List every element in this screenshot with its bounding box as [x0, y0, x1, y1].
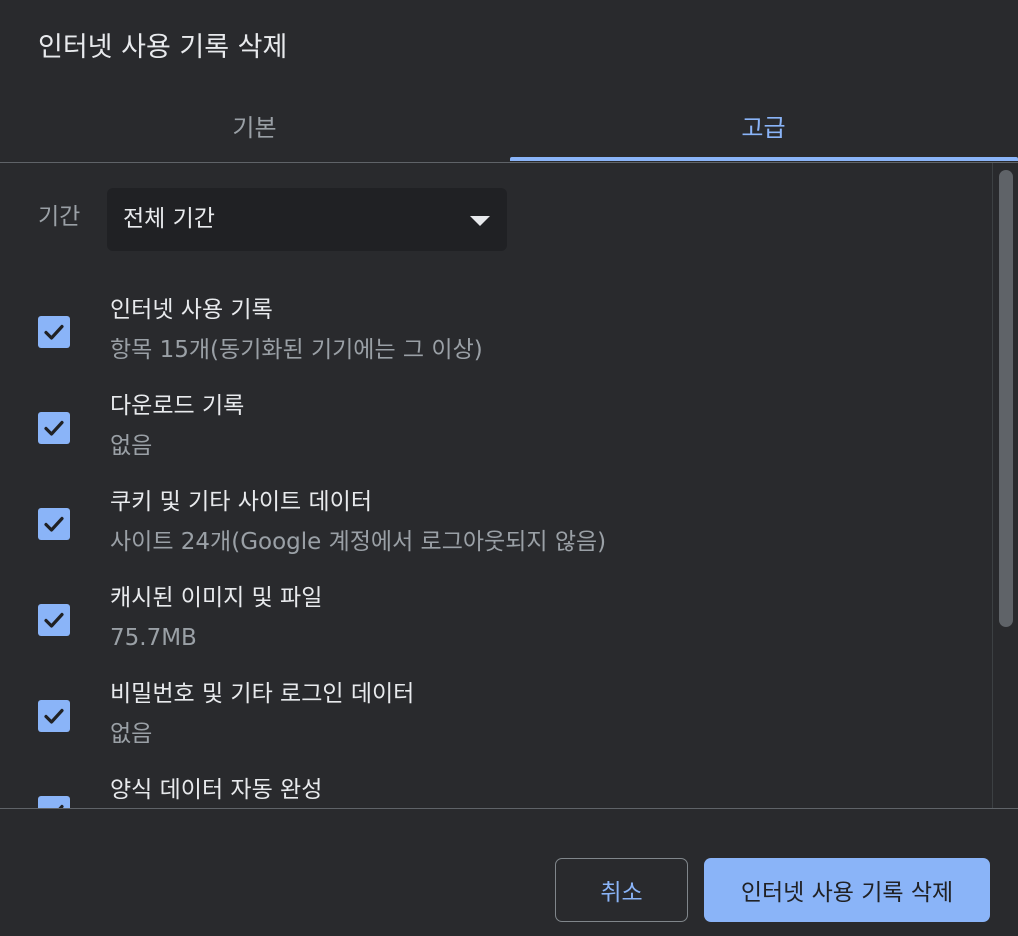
time-range-value: 전체 기간	[123, 206, 215, 232]
checkbox-download-history[interactable]	[38, 412, 70, 444]
check-icon	[44, 516, 64, 532]
list-item-cookies: 쿠키 및 기타 사이트 데이터 사이트 24개(Google 계정에서 로그아웃…	[0, 475, 992, 571]
list-item-browsing-history: 인터넷 사용 기록 항목 15개(동기화된 기기에는 그 이상)	[0, 283, 992, 379]
list-item-autofill: 양식 데이터 자동 완성	[0, 763, 992, 808]
item-title: 비밀번호 및 기타 로그인 데이터	[110, 681, 415, 707]
item-title: 인터넷 사용 기록	[110, 297, 273, 323]
cancel-button[interactable]: 취소	[555, 858, 688, 922]
item-title: 캐시된 이미지 및 파일	[110, 585, 323, 611]
item-subtitle: 항목 15개(동기화된 기기에는 그 이상)	[110, 337, 483, 363]
list-item-download-history: 다운로드 기록 없음	[0, 379, 992, 475]
tab-basic[interactable]: 기본	[0, 90, 509, 160]
dialog-title: 인터넷 사용 기록 삭제	[38, 32, 288, 63]
active-tab-indicator	[510, 157, 1018, 161]
list-item-passwords: 비밀번호 및 기타 로그인 데이터 없음	[0, 667, 992, 763]
time-range-select[interactable]: 전체 기간	[107, 188, 507, 251]
checkbox-browsing-history[interactable]	[38, 316, 70, 348]
tab-bar: 기본 고급	[0, 90, 1018, 164]
item-title: 양식 데이터 자동 완성	[110, 777, 323, 803]
check-icon	[44, 708, 64, 724]
item-title: 쿠키 및 기타 사이트 데이터	[110, 489, 373, 515]
item-subtitle: 75.7MB	[110, 625, 197, 651]
item-subtitle: 없음	[110, 721, 153, 747]
checkbox-autofill[interactable]	[38, 796, 70, 808]
checkbox-cookies[interactable]	[38, 508, 70, 540]
checkbox-passwords[interactable]	[38, 700, 70, 732]
item-subtitle: 없음	[110, 433, 153, 459]
checkbox-cached-files[interactable]	[38, 604, 70, 636]
clear-browsing-data-dialog: 인터넷 사용 기록 삭제 기본 고급 기간 전체 기간 인터넷 사용 기록 항목…	[0, 0, 1018, 936]
item-title: 다운로드 기록	[110, 393, 245, 419]
advanced-tab-content: 기간 전체 기간 인터넷 사용 기록 항목 15개(동기화된 기기에는 그 이상…	[0, 163, 992, 808]
clear-data-button[interactable]: 인터넷 사용 기록 삭제	[704, 858, 990, 922]
scrollbar-thumb[interactable]	[999, 170, 1013, 627]
check-icon	[44, 324, 64, 340]
caret-down-icon	[470, 216, 490, 226]
time-range-label: 기간	[38, 204, 81, 230]
check-icon	[44, 612, 64, 628]
scrollbar[interactable]	[992, 163, 1018, 808]
item-subtitle: 사이트 24개(Google 계정에서 로그아웃되지 않음)	[110, 529, 607, 555]
check-icon	[44, 420, 64, 436]
list-item-cached-files: 캐시된 이미지 및 파일 75.7MB	[0, 571, 992, 667]
check-icon	[58, 804, 64, 808]
tab-advanced[interactable]: 고급	[509, 90, 1018, 160]
footer-divider	[0, 808, 1018, 809]
